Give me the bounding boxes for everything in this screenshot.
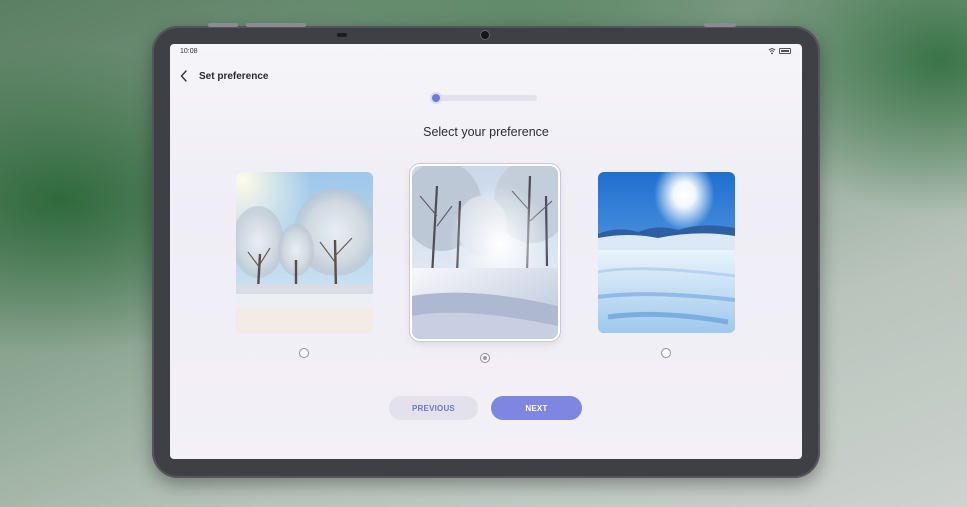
option-radio-2[interactable] xyxy=(480,353,490,363)
option-card-snowy-forest[interactable] xyxy=(412,166,558,339)
status-bar: 10:08 xyxy=(170,44,802,60)
front-sensor xyxy=(337,33,347,37)
app-header: Set preference xyxy=(179,69,268,83)
option-card-snowy-field[interactable] xyxy=(598,172,735,333)
wifi-icon xyxy=(768,48,776,55)
tablet-device: 10:08 Set preference Select your prefere… xyxy=(152,23,820,478)
progress-indicator xyxy=(432,94,440,102)
status-time: 10:08 xyxy=(180,48,198,55)
power-button xyxy=(704,23,736,27)
front-camera xyxy=(481,31,489,39)
battery-icon xyxy=(779,48,791,54)
hardware-button xyxy=(208,23,238,27)
volume-button xyxy=(246,23,306,27)
tablet-screen: 10:08 Set preference Select your prefere… xyxy=(170,44,802,459)
previous-button[interactable]: PREVIOUS xyxy=(389,396,478,420)
page-heading: Select your preference xyxy=(423,125,549,139)
option-radio-3[interactable] xyxy=(661,348,671,358)
option-card-snowy-trees[interactable] xyxy=(236,172,373,333)
step-progress-bar xyxy=(432,94,537,102)
chevron-left-icon[interactable] xyxy=(179,70,189,82)
next-button[interactable]: NEXT xyxy=(491,396,582,420)
option-radio-1[interactable] xyxy=(299,348,309,358)
snowy-field-image xyxy=(598,172,735,333)
status-icons xyxy=(768,47,791,55)
page-title: Set preference xyxy=(199,70,269,82)
snowy-trees-image xyxy=(236,172,373,333)
snowy-forest-image xyxy=(412,166,558,339)
